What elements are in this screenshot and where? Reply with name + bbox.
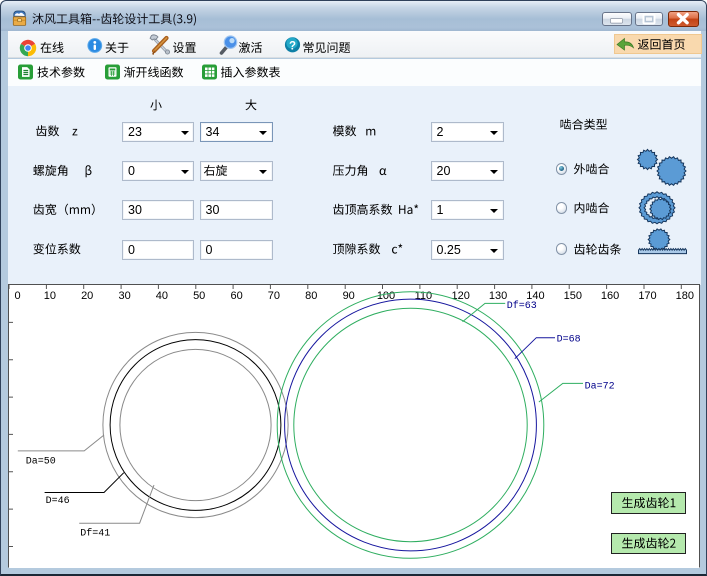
svg-text:130: 130 (489, 290, 507, 302)
svg-text:Df=41: Df=41 (80, 528, 110, 540)
svg-text:170: 170 (638, 290, 656, 302)
svg-text:120: 120 (452, 290, 470, 302)
svg-text:150: 150 (564, 290, 582, 302)
svg-text:10: 10 (44, 290, 56, 302)
svg-text:?: ? (289, 40, 296, 52)
svg-text:Da=72: Da=72 (585, 382, 615, 393)
svg-text:20: 20 (81, 290, 93, 302)
svg-text:50: 50 (193, 290, 205, 302)
svg-text:40: 40 (156, 290, 168, 302)
svg-text:180: 180 (676, 290, 694, 302)
svg-text:Da=50: Da=50 (26, 457, 56, 468)
svg-text:Df=63: Df=63 (507, 300, 537, 312)
svg-text:70: 70 (268, 290, 280, 302)
svg-text:160: 160 (601, 290, 619, 302)
svg-text:30: 30 (118, 290, 130, 302)
svg-text:D=68: D=68 (557, 335, 581, 346)
svg-text:90: 90 (343, 290, 355, 302)
svg-text:D=46: D=46 (46, 496, 70, 507)
svg-text:80: 80 (305, 290, 317, 302)
svg-text:0: 0 (14, 290, 20, 302)
svg-text:60: 60 (230, 290, 242, 302)
